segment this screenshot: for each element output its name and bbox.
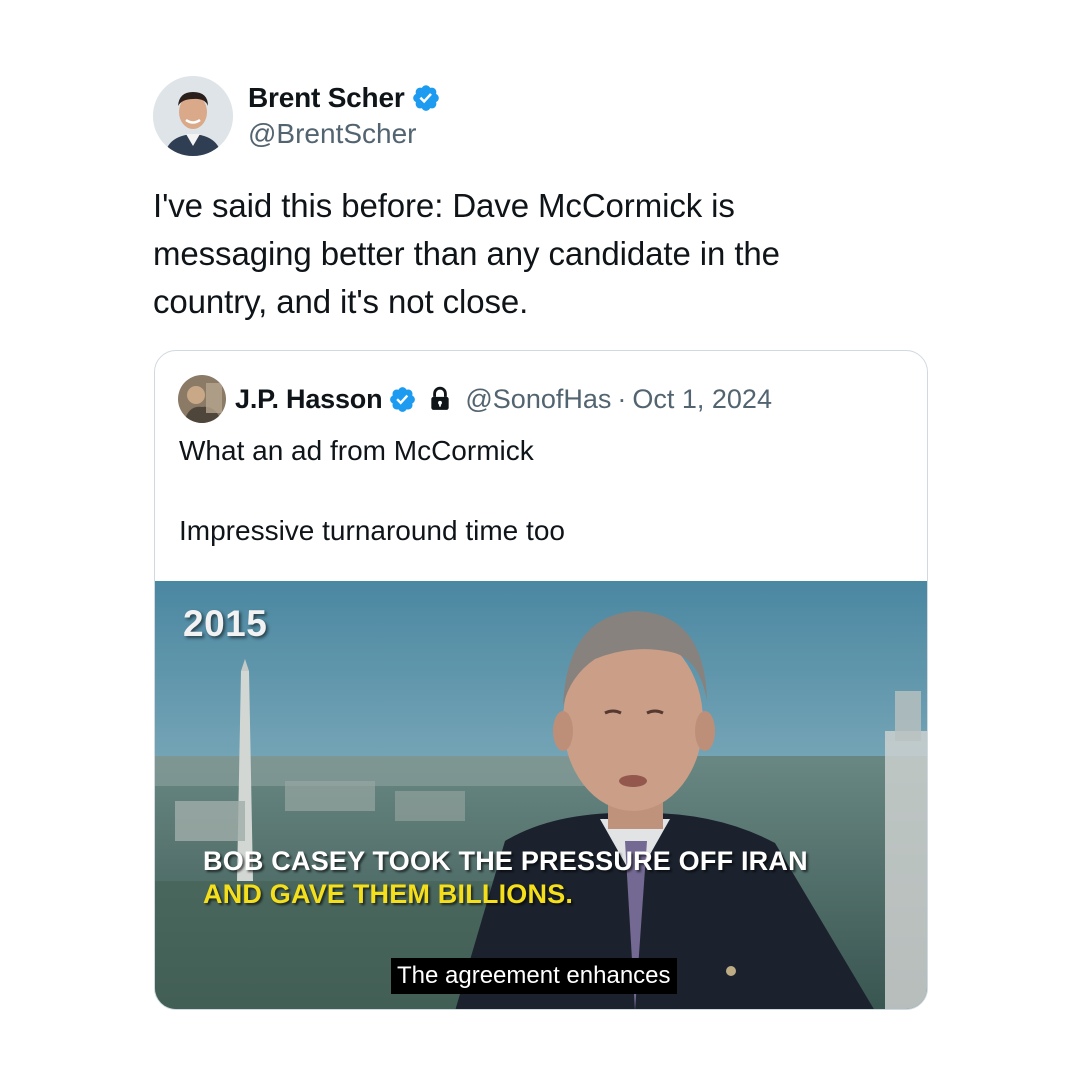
verified-badge-icon [388,385,417,414]
tweet-text: I've said this before: Dave McCormick is… [153,187,780,320]
author-display-name[interactable]: Brent Scher [248,82,405,114]
verified-badge-icon [411,83,441,113]
headline-line-1: BOB CASEY TOOK THE PRESSURE OFF IRAN [203,846,808,876]
quoted-author-handle[interactable]: @SonofHas [465,384,611,415]
quoted-author-display-name[interactable]: J.P. Hasson [235,384,383,415]
year-label: 2015 [183,603,268,644]
quoted-tweet-line: Impressive turnaround time too [179,515,565,546]
quoted-tweet-card[interactable]: J.P. Hasson @SonofHas · Oct 1, 2024 What… [154,350,928,1010]
lock-icon [427,386,453,412]
author-text: Brent Scher @BrentScher [248,82,441,150]
video-caption: The agreement enhances [391,958,677,994]
quoted-tweet-date[interactable]: Oct 1, 2024 [632,384,772,415]
video-frame [155,581,927,1009]
video-headline: BOB CASEY TOOK THE PRESSURE OFF IRAN AND… [203,845,808,911]
quoted-tweet-video[interactable]: 2015 BOB CASEY TOOK THE PRESSURE OFF IRA… [155,581,927,1009]
main-tweet: Brent Scher @BrentScher I've said this b… [153,76,929,326]
separator-dot: · [617,383,627,414]
quoted-author-avatar[interactable] [178,375,226,423]
quoted-tweet-line: What an ad from McCormick [179,435,534,466]
quoted-tweet-text: What an ad from McCormick Impressive tur… [179,431,565,551]
author-handle[interactable]: @BrentScher [248,118,441,150]
quoted-tweet-header: J.P. Hasson @SonofHas · Oct 1, 2024 [178,375,772,423]
tweet-author-row: Brent Scher @BrentScher [153,76,929,156]
author-avatar[interactable] [153,76,233,156]
headline-line-2: AND GAVE THEM BILLIONS. [203,879,574,909]
name-line: Brent Scher [248,82,441,114]
